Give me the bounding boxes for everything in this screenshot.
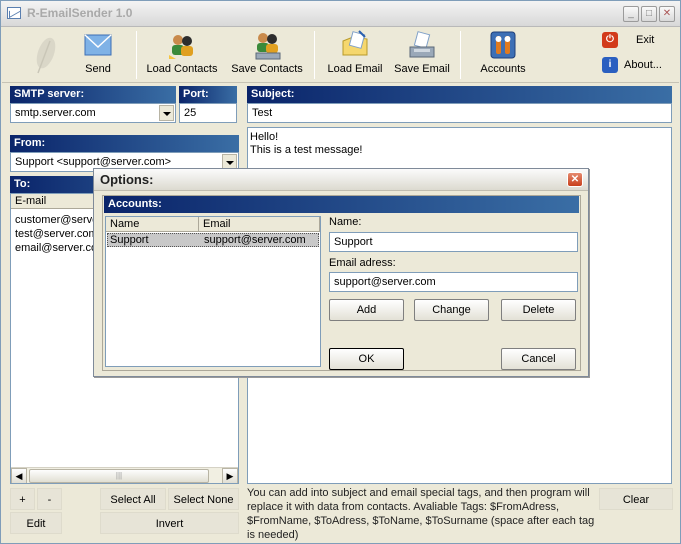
port-header: Port: [179,86,237,103]
subject-input[interactable]: Test [247,103,672,123]
accounts-button[interactable]: Accounts [478,29,528,79]
email-field[interactable]: support@server.com [329,272,578,292]
select-none-button[interactable]: Select None [168,488,239,510]
toolbar-separator [314,31,315,79]
toolbar-separator [136,31,137,79]
name-column-header[interactable]: Name [106,217,199,232]
select-all-button[interactable]: Select All [100,488,166,510]
toolbar: Send Load Contacts Save Contacts Load Em… [2,27,679,83]
account-name-cell: Support [110,234,149,246]
add-contact-button[interactable]: + [10,488,35,510]
main-window: R-EmailSender 1.0 _ □ ✕ Send Load Contac… [0,0,681,544]
scroll-right-icon[interactable]: ▶ [222,468,238,483]
add-account-button[interactable]: Add [329,299,404,321]
load-email-button[interactable]: Load Email [327,29,383,79]
close-icon[interactable]: ✕ [567,172,583,187]
ok-button[interactable]: OK [329,348,404,370]
email-save-icon [409,31,435,58]
email-load-icon [342,30,368,56]
body-line: This is a test message! [250,144,363,156]
minimize-button[interactable]: _ [623,6,639,22]
port-input[interactable]: 25 [179,103,237,123]
name-label: Name: [329,216,362,228]
app-envelope-icon [7,7,21,19]
options-frame: Accounts: Name Email Support support@ser… [102,195,581,371]
envelope-icon [84,34,112,56]
accounts-header: Accounts: [104,196,579,213]
invert-selection-button[interactable]: Invert [100,512,239,534]
from-header: From: [10,135,239,152]
contacts-save-icon [255,33,281,60]
toolbar-separator [460,31,461,79]
close-button[interactable]: ✕ [659,6,675,22]
remove-contact-button[interactable]: - [37,488,62,510]
scroll-thumb[interactable]: ||| [29,469,209,483]
table-row[interactable]: Support support@server.com [107,233,319,247]
email-label: Email adress: [329,257,396,269]
name-field[interactable]: Support [329,232,578,252]
smtp-server-combo[interactable]: smtp.server.com [10,103,176,123]
exit-button[interactable]: ⏻ Exit [602,31,672,53]
info-icon: i [602,57,618,73]
save-contacts-button[interactable]: Save Contacts [230,29,304,79]
load-contacts-button[interactable]: Load Contacts [145,29,219,79]
send-button[interactable]: Send [78,29,118,79]
options-dialog: Options: ✕ Accounts: Name Email Support … [93,168,589,377]
accounts-icon [490,31,516,59]
contacts-load-icon [169,35,193,59]
title-bar: R-EmailSender 1.0 _ □ ✕ [1,1,680,27]
email-column-header[interactable]: Email [199,217,320,232]
power-icon: ⏻ [602,32,618,48]
body-line: Hello! [250,131,279,143]
maximize-button[interactable]: □ [641,6,657,22]
horizontal-scrollbar[interactable]: ◀ ||| ▶ [11,467,238,483]
account-email-cell: support@server.com [204,234,306,246]
scroll-left-icon[interactable]: ◀ [11,468,27,483]
edit-contact-button[interactable]: Edit [10,512,62,534]
smtp-header: SMTP server: [10,86,176,103]
chevron-down-icon[interactable] [159,105,174,121]
options-title-bar: Options: ✕ [94,169,588,191]
cancel-button[interactable]: Cancel [501,348,576,370]
feather-icon [36,37,56,74]
clear-button[interactable]: Clear [599,488,673,510]
window-title: R-EmailSender 1.0 [27,6,133,20]
delete-account-button[interactable]: Delete [501,299,576,321]
about-button[interactable]: i About... [602,56,676,78]
accounts-list[interactable]: Name Email Support support@server.com [105,216,321,367]
options-title: Options: [100,172,154,187]
tags-help-text: You can add into subject and email speci… [247,487,595,541]
list-item[interactable]: test@server.com [15,228,98,240]
change-account-button[interactable]: Change [414,299,489,321]
subject-header: Subject: [247,86,672,103]
save-email-button[interactable]: Save Email [394,29,450,79]
